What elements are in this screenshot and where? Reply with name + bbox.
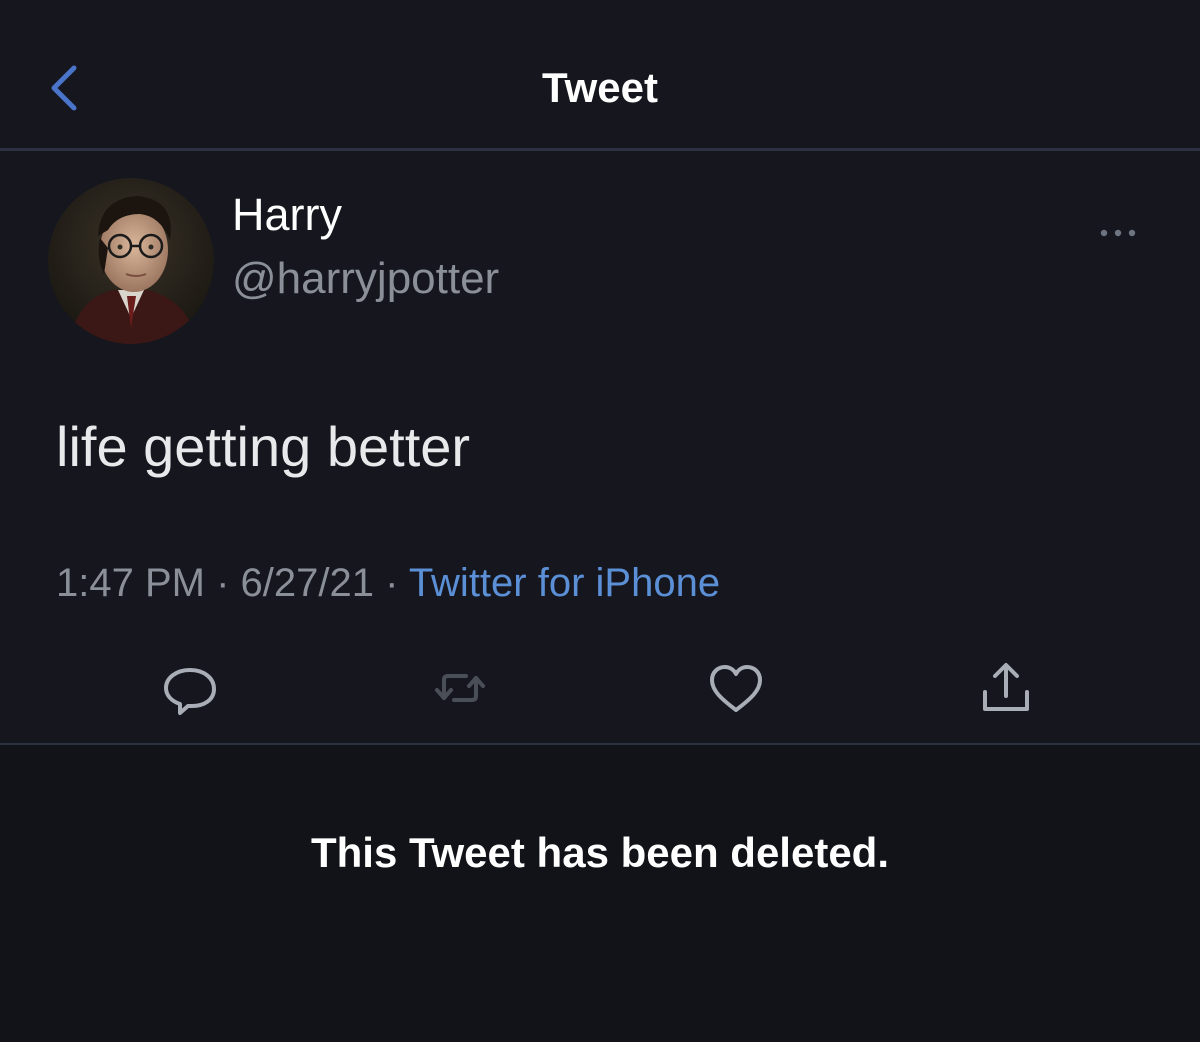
share-icon [983,663,1029,711]
avatar-image [48,178,214,344]
page-title: Tweet [542,64,658,111]
retweet-button[interactable] [430,658,490,718]
avatar[interactable] [48,178,214,344]
like-button[interactable] [706,658,766,718]
deleted-notice-text: This Tweet has been deleted. [310,829,890,876]
deleted-notice-panel: This Tweet has been deleted. [0,745,1200,1042]
heart-icon [710,665,762,712]
more-options-button[interactable] [1090,218,1150,248]
tweet-screen: Tweet Harry @harryjpotter life getting b… [0,0,1200,1042]
tweet-source-link[interactable]: Twitter for iPhone [409,561,720,605]
meta-separator: · [373,561,409,605]
reply-button[interactable] [160,658,220,718]
retweet-icon [435,674,485,702]
author-handle[interactable]: @harryjpotter [232,252,499,306]
meta-separator: · [204,561,241,605]
header-divider [0,148,1200,151]
reply-icon [164,668,216,715]
more-dots-icon [1100,229,1136,237]
tweet-time: 1:47 PM [56,561,205,605]
tweet-text: life getting better [56,415,471,478]
top-bar: Tweet [0,0,1200,151]
share-button[interactable] [976,658,1036,718]
tweet-date: 6/27/21 [240,561,374,605]
tweet-meta: 1:47 PM · 6/27/21 · Twitter for iPhone [56,558,720,608]
author-display-name[interactable]: Harry [232,188,342,242]
